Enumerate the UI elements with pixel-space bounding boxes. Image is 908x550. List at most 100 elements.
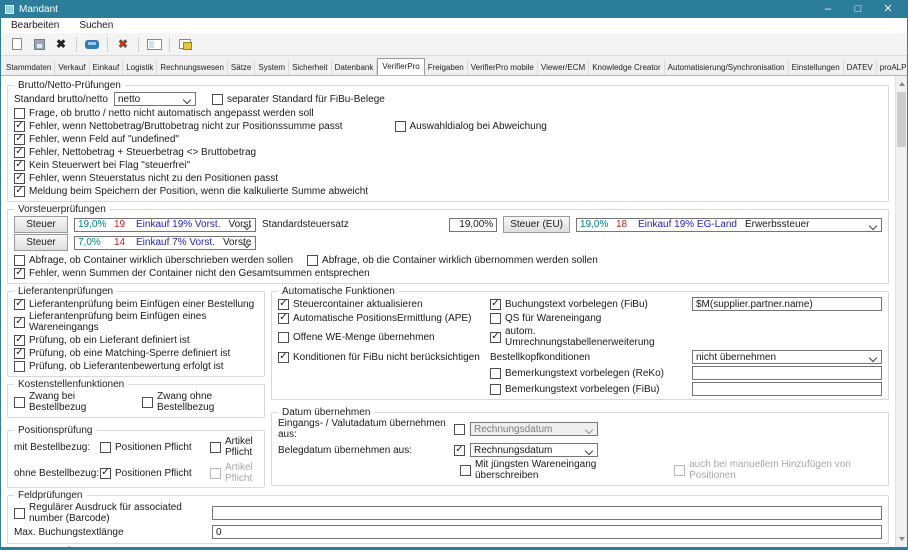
checkbox-offene-we-menge[interactable]: Offene WE-Menge übernehmen <box>278 332 484 343</box>
maximize-button[interactable]: □ <box>843 1 873 18</box>
checkbox-box[interactable] <box>142 397 153 408</box>
checkbox-buchungstext-fibu[interactable]: Buchungstext vorbelegen (FiBu) <box>490 299 686 310</box>
checkbox-box[interactable] <box>278 332 289 343</box>
checkbox-umrechnungstabelle[interactable]: autom. Umrechnungstabellenerweiterung <box>490 326 686 348</box>
tab-rechnungswesen[interactable]: Rechnungswesen <box>157 60 228 75</box>
checkbox-juengster-wareneingang[interactable]: Mit jüngsten Wareneingang überschreiben <box>460 459 646 481</box>
checkbox-auswahldialog[interactable]: Auswahldialog bei Abweichung <box>395 121 547 132</box>
checkbox-box[interactable] <box>14 335 25 346</box>
tax-combo-eu[interactable]: 19,0% 18 Einkauf 19% EG-Land Erwerbssteu… <box>576 218 882 232</box>
checkbox-box[interactable] <box>278 352 289 363</box>
checkbox-feld-undefined[interactable]: Fehler, wenn Feld auf "undefined" <box>14 134 179 145</box>
checkbox-lieferant-definiert[interactable]: Prüfung, ob ein Lieferant definiert ist <box>14 335 190 346</box>
checkbox-box[interactable] <box>14 255 25 266</box>
checkbox-matching-sperre[interactable]: Prüfung, ob eine Matching-Sperre definie… <box>14 348 230 359</box>
checkbox-box[interactable] <box>490 384 501 395</box>
checkbox-box[interactable] <box>307 255 318 266</box>
checkbox-frage-brutto-netto[interactable]: Frage, ob brutto / netto nicht automatis… <box>14 108 314 119</box>
checkbox-eingangsdatum[interactable] <box>454 424 465 435</box>
checkbox-box[interactable] <box>212 94 223 105</box>
checkbox-box[interactable] <box>14 361 25 372</box>
checkbox-box[interactable] <box>395 121 406 132</box>
checkbox-lieferantenbewertung[interactable]: Prüfung, ob Lieferantenbewertung erfolgt… <box>14 361 224 372</box>
checkbox-box[interactable] <box>490 332 501 343</box>
checkbox-box[interactable] <box>210 442 221 453</box>
export-button[interactable] <box>174 35 196 53</box>
checkbox-steuercontainer[interactable]: Steuercontainer aktualisieren <box>278 299 484 310</box>
tax-combo-7[interactable]: 7,0% 14 Einkauf 7% Vorst. Vorste <box>74 236 256 250</box>
buchungstext-input[interactable]: $M(supplier.partner.name) <box>692 297 882 311</box>
checkbox-box[interactable] <box>14 108 25 119</box>
steuer-button-1[interactable]: Steuer <box>14 216 68 233</box>
vertical-scrollbar[interactable] <box>895 76 907 547</box>
checkbox-box[interactable] <box>100 468 111 479</box>
steuer-button-2[interactable]: Steuer <box>14 234 68 251</box>
checkbox-artikel-pflicht-mit[interactable]: Artikel Pflicht <box>210 436 258 458</box>
delete-button[interactable]: ✖ <box>50 35 72 53</box>
checkbox-summen-container[interactable]: Fehler, wenn Summen der Container nicht … <box>14 268 370 279</box>
checkbox-box[interactable] <box>14 397 25 408</box>
bestellkopfkonditionen-select[interactable]: nicht übernehmen <box>692 350 882 364</box>
checkbox-meldung-speichern[interactable]: Meldung beim Speichern der Position, wen… <box>14 186 368 197</box>
checkbox-lieferant-bestellung[interactable]: Lieferantenprüfung beim Einfügen einer B… <box>14 299 254 310</box>
bemerkungstext-reko-input[interactable] <box>692 366 882 380</box>
card-view-button[interactable] <box>143 35 165 53</box>
tab-system[interactable]: System <box>255 60 289 75</box>
checkbox-box[interactable] <box>14 121 25 132</box>
regex-barcode-input[interactable] <box>212 506 882 520</box>
steuer-eu-button[interactable]: Steuer (EU) <box>503 216 570 233</box>
checkbox-box[interactable] <box>278 299 289 310</box>
new-button[interactable] <box>6 35 28 53</box>
checkbox-box[interactable] <box>490 313 501 324</box>
minimize-button[interactable]: – <box>813 1 843 18</box>
checkbox-konditionen-fibu[interactable]: Konditionen für FiBu nicht berücksichtig… <box>278 352 484 363</box>
checkbox-lieferant-wareneingang[interactable]: Lieferantenprüfung beim Einfügen eines W… <box>14 311 258 333</box>
tab-stammdaten[interactable]: Stammdaten <box>3 60 55 75</box>
vehicle-button[interactable] <box>81 35 103 53</box>
checkbox-bemerkungstext-reko[interactable]: Bemerkungstext vorbelegen (ReKo) <box>490 368 686 379</box>
tab-viewer-ecm[interactable]: Viewer/ECM <box>538 60 589 75</box>
checkbox-box[interactable] <box>14 173 25 184</box>
cancel-button[interactable]: ✖ <box>112 35 134 53</box>
tab-verkauf[interactable]: Verkauf <box>55 60 89 75</box>
checkbox-steuerstatus[interactable]: Fehler, wenn Steuerstatus nicht zu den P… <box>14 173 278 184</box>
tab-datev[interactable]: DATEV <box>844 60 877 75</box>
scrollbar-thumb[interactable] <box>897 92 906 147</box>
tab-einstellungen[interactable]: Einstellungen <box>789 60 844 75</box>
checkbox-container-uebernommen[interactable]: Abfrage, ob die Container wirklich übern… <box>307 255 598 266</box>
checkbox-bemerkungstext-fibu[interactable]: Bemerkungstext vorbelegen (FiBu) <box>490 384 686 395</box>
checkbox-belegdatum[interactable] <box>454 445 465 456</box>
checkbox-netto-plus-steuer[interactable]: Fehler, Nettobetrag + Steuerbetrag <> Br… <box>14 147 256 158</box>
checkbox-box[interactable] <box>14 160 25 171</box>
checkbox-box[interactable] <box>14 186 25 197</box>
checkbox-zwang-bei-bestellbezug[interactable]: Zwang bei Bestellbezug <box>14 391 122 413</box>
close-button[interactable]: ✕ <box>873 1 903 18</box>
checkbox-box[interactable] <box>490 368 501 379</box>
checkbox-box[interactable] <box>460 465 471 476</box>
menu-suchen[interactable]: Suchen <box>77 20 115 31</box>
checkbox-box[interactable] <box>14 299 25 310</box>
tab-sicherheit[interactable]: Sicherheit <box>289 60 332 75</box>
checkbox-container-ueberschreiben[interactable]: Abfrage, ob Container wirklich überschri… <box>14 255 293 266</box>
tab-verifierpro-mobile[interactable]: VerifierPro mobile <box>468 60 538 75</box>
tab-freigaben[interactable]: Freigaben <box>425 60 468 75</box>
checkbox-qs-wareneingang[interactable]: QS für Wareneingang <box>490 313 686 324</box>
checkbox-separater-standard[interactable]: separater Standard für FiBu-Belege <box>212 94 385 105</box>
max-buchungstextlaenge-input[interactable]: 0 <box>212 525 882 539</box>
scroll-up-arrow[interactable] <box>896 78 907 90</box>
tax-combo-19[interactable]: 19,0% 19 Einkauf 19% Vorst. Vorst <box>74 218 256 232</box>
save-button[interactable] <box>28 35 50 53</box>
standardsteuersatz-value[interactable]: 19,00% <box>449 218 497 232</box>
tab-datenbank[interactable]: Datenbank <box>332 60 378 75</box>
checkbox-box[interactable] <box>14 317 25 328</box>
tab-knowledge-creator[interactable]: Knowledge Creator <box>589 60 664 75</box>
bemerkungstext-fibu-input[interactable] <box>692 382 882 396</box>
belegdatum-select[interactable]: Rechnungsdatum <box>470 443 598 457</box>
tab-verifierpro[interactable]: VerifierPro <box>377 58 424 76</box>
checkbox-box[interactable] <box>14 268 25 279</box>
checkbox-box[interactable] <box>14 147 25 158</box>
tab-automatisierung[interactable]: Automatisierung/Synchronisation <box>665 60 789 75</box>
tab-logistik[interactable]: Logistik <box>123 60 157 75</box>
checkbox-kein-steuerwert[interactable]: Kein Steuerwert bei Flag "steuerfrei" <box>14 160 190 171</box>
checkbox-box[interactable] <box>490 299 501 310</box>
